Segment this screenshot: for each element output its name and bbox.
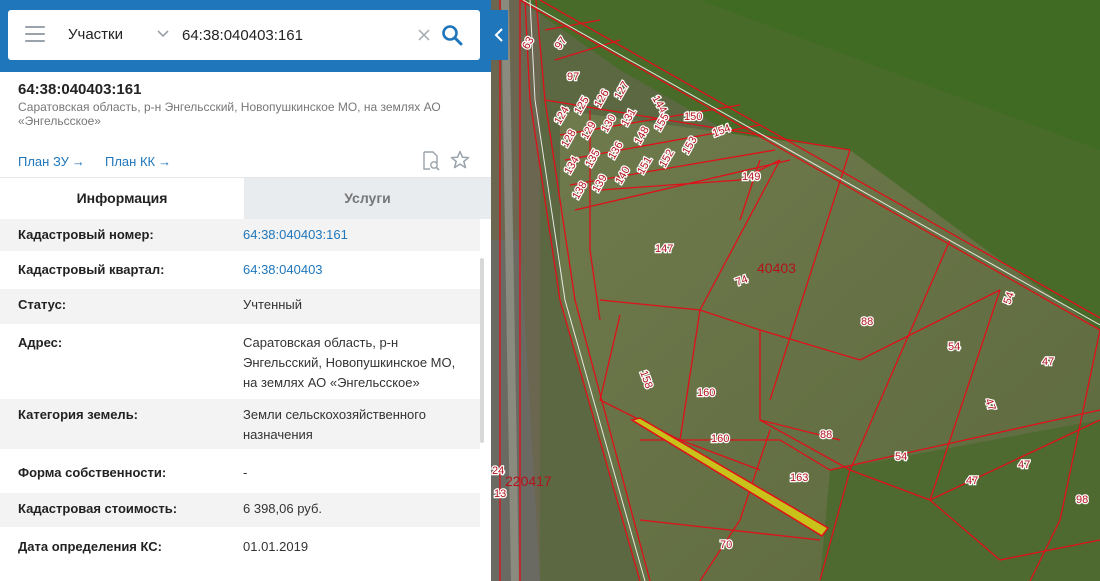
info-value-link[interactable]: 64:38:040403 <box>243 260 468 280</box>
parcel-number-label[interactable]: 54 <box>947 340 962 355</box>
search-icon[interactable] <box>441 24 463 46</box>
info-row-cadastral-quarter: Кадастровый квартал: 64:38:040403 <box>0 254 480 286</box>
info-value-link[interactable]: 64:38:040403:161 <box>243 225 468 245</box>
info-row-cadastral-number: Кадастровый номер: 64:38:040403:161 <box>0 219 480 251</box>
info-label: Статус: <box>18 297 67 312</box>
info-panel: Участки 64:38:040403:161 Саратовская обл… <box>0 0 491 581</box>
quarter-label: 40403 <box>757 260 796 276</box>
info-label: Дата определения КС: <box>18 539 162 554</box>
arrow-right-icon: → <box>158 154 172 169</box>
search-input[interactable] <box>182 20 412 50</box>
info-row-land-category: Категория земель: Земли сельскохозяйствен… <box>0 399 480 449</box>
star-icon[interactable] <box>450 150 470 170</box>
plan-kk-label: План КК <box>105 154 156 169</box>
info-label: Форма собственности: <box>18 465 167 480</box>
parcel-number-label[interactable]: 147 <box>654 242 675 257</box>
info-label: Кадастровый номер: <box>18 227 154 242</box>
parcel-number-label[interactable]: 13 <box>493 487 508 502</box>
parcel-number-label[interactable]: 47 <box>1041 355 1056 370</box>
tab-information[interactable]: Информация <box>0 178 244 219</box>
chevron-left-icon <box>494 28 503 42</box>
panel-scrollbar[interactable] <box>480 258 484 443</box>
close-icon[interactable] <box>416 27 432 43</box>
parcel-number-label[interactable]: 163 <box>789 471 810 486</box>
parcel-title: 64:38:040403:161 <box>18 81 142 98</box>
tab-services[interactable]: Услуги <box>244 178 491 219</box>
info-value: 6 398,06 руб. <box>243 501 323 516</box>
info-row-valuation-date: Дата определения КС: 01.01.2019 <box>0 531 480 563</box>
parcel-address: Саратовская область, р-н Энгельсский, Но… <box>18 100 441 128</box>
parcel-number-label[interactable]: 70 <box>719 538 734 553</box>
plan-kk-link[interactable]: План КК → <box>105 154 171 169</box>
parcel-number-label[interactable]: 54 <box>894 450 909 465</box>
parcel-number-label[interactable]: 47 <box>1017 458 1032 473</box>
info-value: 01.01.2019 <box>243 539 309 554</box>
panel-tabs: Информация Услуги <box>0 177 491 219</box>
parcel-number-label[interactable]: 160 <box>696 386 717 401</box>
search-header: Участки <box>0 0 491 72</box>
info-label: Кадастровый квартал: <box>18 262 165 277</box>
parcel-number-label[interactable]: 88 <box>860 315 875 330</box>
parcel-number-label[interactable]: 97 <box>566 70 581 85</box>
parcel-number-label[interactable]: 24 <box>491 464 506 479</box>
info-row-status: Статус: Учтенный <box>0 289 480 324</box>
info-label: Кадастровая стоимость: <box>18 501 178 516</box>
plan-zu-link[interactable]: План ЗУ → <box>18 154 85 169</box>
quarter-label-2: 220417 <box>505 473 552 489</box>
search-box: Участки <box>8 10 480 60</box>
info-row-address: Адрес: Саратовская область, р-н Энгельсск… <box>0 327 480 397</box>
plan-zu-label: План ЗУ <box>18 154 69 169</box>
parcel-number-label[interactable]: 98 <box>1075 493 1090 508</box>
parcel-number-label[interactable]: 149 <box>741 170 762 185</box>
info-label: Категория земель: <box>18 407 139 422</box>
info-row-ownership-form: Форма собственности: - <box>0 457 480 489</box>
document-search-icon[interactable] <box>422 151 440 171</box>
parcel-number-label[interactable]: 47 <box>965 474 980 489</box>
menu-icon[interactable] <box>25 26 45 44</box>
chevron-down-icon[interactable] <box>156 27 170 41</box>
info-value: - <box>243 465 248 480</box>
arrow-right-icon: → <box>71 154 85 169</box>
info-value: Земли сельскохозяйственного назначения <box>243 407 426 442</box>
parcel-number-label[interactable]: 150 <box>683 110 704 125</box>
info-row-cadastral-value: Кадастровая стоимость: 6 398,06 руб. <box>0 493 480 527</box>
info-value: Саратовская область, р-н Энгельсский, Но… <box>243 335 456 390</box>
parcel-number-label[interactable]: 88 <box>819 428 834 443</box>
info-label: Адрес: <box>18 335 63 350</box>
parcel-number-label[interactable]: 160 <box>710 432 731 447</box>
info-value: Учтенный <box>243 297 303 312</box>
collapse-panel-button[interactable] <box>491 10 508 60</box>
